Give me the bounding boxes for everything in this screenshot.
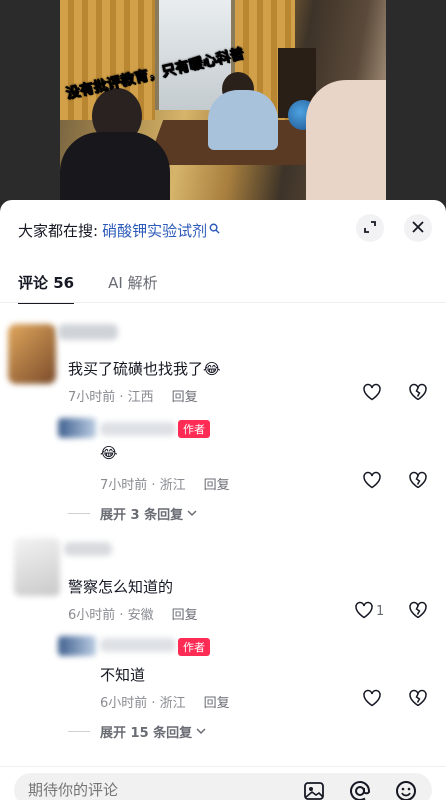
like-count: 1 (376, 604, 385, 619)
person-right (306, 80, 386, 212)
emoji-icon (395, 780, 417, 800)
expand-replies-label: 展开 15 条回复 (100, 726, 193, 741)
heart-icon (362, 383, 382, 405)
expand-replies-button[interactable]: 展开 3 条回复 (68, 504, 197, 523)
reply-button[interactable]: 回复 (172, 386, 198, 405)
reply-meta: 7小时前 · 浙江 回复 (100, 474, 230, 493)
comment-meta: 6小时前 · 安徽 回复 (68, 604, 198, 623)
avatar[interactable] (14, 538, 60, 596)
like-button[interactable] (352, 600, 376, 624)
avatar[interactable] (8, 324, 56, 384)
author-badge: 作者 (178, 638, 210, 656)
reply-avatar[interactable] (58, 418, 96, 438)
officer (208, 90, 278, 150)
reply-text: 😂 (100, 444, 118, 462)
username-blurred[interactable] (58, 324, 118, 340)
tabs-divider (0, 302, 446, 303)
mention-button[interactable] (348, 781, 372, 800)
heart-icon (362, 471, 382, 493)
reply-text: 不知道 (100, 666, 146, 684)
video-preview[interactable]: 没有批评教育，只有暖心科普 (0, 0, 446, 212)
like-button[interactable] (360, 470, 384, 494)
image-icon (303, 781, 325, 800)
chevron-down-icon (187, 506, 197, 521)
like-button[interactable] (360, 382, 384, 406)
comment-composer (0, 766, 446, 800)
chevron-down-icon (196, 724, 206, 739)
reply-username-blurred[interactable] (100, 638, 176, 652)
comment-text: 警察怎么知道的 (68, 578, 174, 596)
comment-text: 我买了硫磺也找我了😂 (68, 360, 221, 378)
expand-replies-button[interactable]: 展开 15 条回复 (68, 722, 206, 741)
comments-sheet: 大家都在搜: 硝酸钾实验试剂 评论 56 AI 解析 我买了硫磺也找我了😂 7小… (0, 200, 446, 800)
comment-input[interactable] (28, 781, 288, 799)
at-icon (349, 780, 371, 800)
search-term[interactable]: 硝酸钾实验试剂 (102, 220, 207, 241)
reply-button[interactable]: 回复 (204, 692, 230, 711)
comment-time: 6小时前 · 安徽 (68, 608, 154, 623)
tab-comments[interactable]: 评论 56 (18, 272, 75, 304)
dislike-button[interactable] (406, 600, 430, 624)
comment-tabs: 评论 56 AI 解析 (18, 272, 192, 304)
broken-heart-icon (408, 471, 428, 493)
reply-meta: 6小时前 · 浙江 回复 (100, 692, 230, 711)
divider-line (68, 731, 90, 732)
close-icon (411, 219, 425, 238)
dislike-button[interactable] (406, 688, 430, 712)
comment-meta: 7小时前 · 江西 回复 (68, 386, 198, 405)
reply-button[interactable]: 回复 (172, 604, 198, 623)
reply-time: 7小时前 · 浙江 (100, 478, 186, 493)
reply-avatar[interactable] (58, 636, 96, 656)
broken-heart-icon (408, 689, 428, 711)
search-suggestion[interactable]: 大家都在搜: 硝酸钾实验试剂 (18, 218, 220, 242)
broken-heart-icon (408, 601, 428, 623)
expand-icon (363, 219, 377, 238)
tab-ai-analysis[interactable]: AI 解析 (108, 272, 157, 302)
video-frame (60, 0, 386, 212)
expand-button[interactable] (356, 214, 384, 242)
expand-replies-label: 展开 3 条回复 (100, 508, 184, 523)
reply-username-blurred[interactable] (100, 422, 176, 436)
comment-time: 7小时前 · 江西 (68, 390, 154, 405)
close-button[interactable] (404, 214, 432, 242)
reply-button[interactable]: 回复 (204, 474, 230, 493)
username-blurred[interactable] (64, 542, 112, 556)
heart-icon (362, 689, 382, 711)
divider-line (68, 513, 90, 514)
heart-icon (354, 601, 374, 623)
dislike-button[interactable] (406, 470, 430, 494)
emoji-button[interactable] (394, 781, 418, 800)
broken-heart-icon (408, 383, 428, 405)
reply-time: 6小时前 · 浙江 (100, 696, 186, 711)
search-icon (209, 223, 220, 237)
author-badge: 作者 (178, 420, 210, 438)
image-button[interactable] (302, 781, 326, 800)
dislike-button[interactable] (406, 382, 430, 406)
search-label: 大家都在搜: (18, 221, 99, 240)
like-button[interactable] (360, 688, 384, 712)
